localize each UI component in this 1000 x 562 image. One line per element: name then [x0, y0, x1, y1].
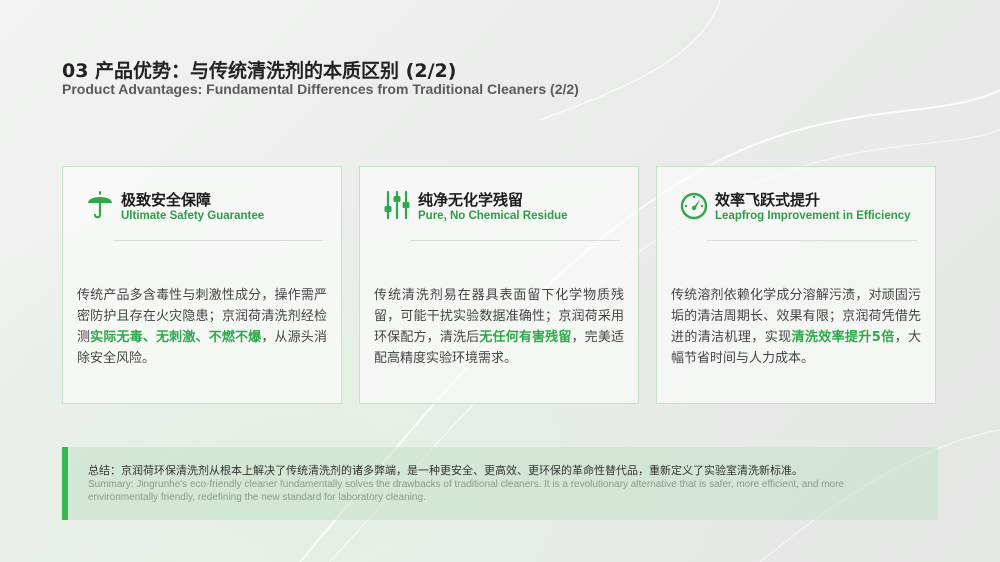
- summary-text-cn: 总结：京润荷环保清洗剂从根本上解决了传统清洗剂的诸多弊端，是一种更安全、更高效、…: [88, 464, 803, 477]
- advantage-card-efficiency: 效率飞跃式提升 Leapfrog Improvement in Efficien…: [656, 166, 936, 404]
- card-divider: [410, 240, 620, 241]
- card-divider: [113, 240, 323, 241]
- advantage-card-safety: 极致安全保障 Ultimate Safety Guarantee 传统产品多含毒…: [62, 166, 342, 404]
- umbrella-icon: [88, 191, 112, 219]
- card-description: 传统溶剂依赖化学成分溶解污渍，对顽固污垢的清洁周期长、效果有限；京润荷凭借先进的…: [671, 285, 921, 369]
- summary-text-en: Summary: Jingrunhe's eco-friendly cleane…: [88, 479, 844, 503]
- card-subtitle: Pure, No Chemical Residue: [418, 210, 568, 222]
- sliders-icon: [384, 190, 410, 220]
- summary-box: 总结：京润荷环保清洗剂从根本上解决了传统清洗剂的诸多弊端，是一种更安全、更高效、…: [62, 447, 938, 520]
- card-divider: [707, 240, 917, 241]
- advantage-card-residue: 纯净无化学残留 Pure, No Chemical Residue 传统清洗剂易…: [359, 166, 639, 404]
- card-subtitle: Leapfrog Improvement in Efficiency: [715, 210, 911, 222]
- card-title: 纯净无化学残留: [418, 191, 524, 209]
- highlight-text: 无任何有害残留: [479, 330, 572, 345]
- card-description: 传统清洗剂易在器具表面留下化学物质残留，可能干扰实验数据准确性；京润荷采用环保配…: [374, 285, 624, 369]
- speedometer-icon: [680, 192, 708, 220]
- card-header: 效率飞跃式提升 Leapfrog Improvement in Efficien…: [679, 187, 925, 227]
- highlight-text: 清洗效率提升5倍: [791, 330, 895, 345]
- card-header: 极致安全保障 Ultimate Safety Guarantee: [85, 187, 331, 227]
- card-title: 效率飞跃式提升: [715, 191, 821, 209]
- page-title: 03 产品优势：与传统清洗剂的本质区别 (2/2): [62, 60, 457, 82]
- card-description: 传统产品多含毒性与刺激性成分，操作需严密防护且存在火灾隐患；京润荷清洗剂经检测实…: [77, 285, 327, 369]
- page-subtitle: Product Advantages: Fundamental Differen…: [62, 81, 579, 97]
- card-header: 纯净无化学残留 Pure, No Chemical Residue: [382, 187, 628, 227]
- card-title: 极致安全保障: [121, 191, 212, 209]
- highlight-text: 实际无毒、无刺激、不燃不爆: [90, 330, 262, 345]
- card-subtitle: Ultimate Safety Guarantee: [121, 210, 265, 222]
